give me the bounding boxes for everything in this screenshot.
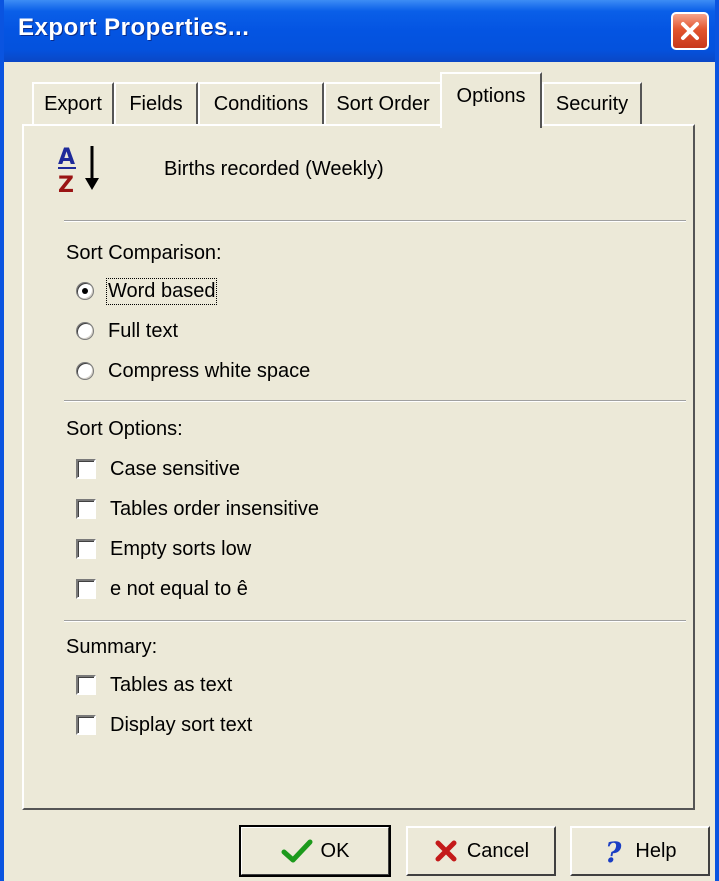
checkbox-tables-as-text[interactable]: Tables as text — [76, 670, 232, 700]
help-question-icon: ? — [605, 836, 622, 866]
sort-options-label: Sort Options: — [66, 418, 183, 440]
divider — [64, 220, 686, 222]
radio-word-based[interactable]: Word based — [76, 276, 218, 306]
tab-security[interactable]: Security — [542, 82, 642, 126]
export-properties-dialog: Export Properties... Export Fields Condi… — [0, 0, 719, 881]
checkbox[interactable] — [76, 499, 96, 519]
sort-az-icon: A Z — [58, 145, 99, 198]
tab-strip: Export Fields Conditions Sort Order Opti… — [4, 62, 715, 128]
checkbox[interactable] — [76, 715, 96, 735]
options-panel: A Z Births recorded (Weekly) Sort Compar… — [22, 124, 695, 810]
tab-sort-order[interactable]: Sort Order — [324, 82, 442, 126]
summary-label: Summary: — [66, 636, 158, 658]
cancel-button[interactable]: Cancel — [406, 826, 556, 876]
divider — [64, 400, 686, 402]
sort-comparison-label: Sort Comparison: — [66, 242, 222, 264]
help-button-label: Help — [635, 839, 677, 862]
tab-options[interactable]: Options — [440, 72, 542, 128]
checkbox-tables-order-insensitive[interactable]: Tables order insensitive — [76, 494, 319, 524]
checkbox-case-sensitive[interactable]: Case sensitive — [76, 454, 240, 484]
radio-button-selected[interactable] — [76, 282, 94, 300]
window-title: Export Properties... — [18, 14, 250, 41]
cancel-x-icon — [435, 840, 457, 862]
svg-text:?: ? — [605, 836, 622, 866]
close-button[interactable] — [671, 12, 709, 50]
radio-compress-white-space-label: Compress white space — [108, 359, 311, 382]
close-icon — [681, 22, 699, 40]
tab-export[interactable]: Export — [32, 82, 114, 126]
ok-button-label: OK — [320, 839, 350, 862]
radio-button[interactable] — [76, 322, 94, 340]
checkbox-e-not-equal-label: e not equal to ê — [110, 577, 248, 600]
checkbox-tables-as-text-label: Tables as text — [110, 673, 233, 696]
radio-compress-white-space[interactable]: Compress white space — [76, 356, 310, 386]
radio-word-based-label: Word based — [105, 277, 218, 305]
checkmark-icon — [281, 839, 313, 863]
checkbox-case-sensitive-label: Case sensitive — [110, 457, 241, 480]
ok-button[interactable]: OK — [239, 825, 391, 877]
checkbox-tables-order-insensitive-label: Tables order insensitive — [110, 497, 319, 520]
tab-conditions[interactable]: Conditions — [198, 82, 324, 126]
checkbox-display-sort-text[interactable]: Display sort text — [76, 710, 252, 740]
svg-text:A: A — [58, 145, 75, 170]
checkbox-e-not-equal[interactable]: e not equal to ê — [76, 574, 248, 604]
radio-full-text[interactable]: Full text — [76, 316, 178, 346]
tab-fields[interactable]: Fields — [114, 82, 198, 126]
checkbox-display-sort-text-label: Display sort text — [110, 713, 253, 736]
checkbox[interactable] — [76, 579, 96, 599]
checkbox[interactable] — [76, 459, 96, 479]
checkbox[interactable] — [76, 539, 96, 559]
report-name: Births recorded (Weekly) — [164, 158, 384, 180]
radio-full-text-label: Full text — [108, 319, 179, 342]
radio-button[interactable] — [76, 362, 94, 380]
checkbox-empty-sorts-low[interactable]: Empty sorts low — [76, 534, 251, 564]
svg-text:Z: Z — [58, 173, 74, 198]
title-bar[interactable]: Export Properties... — [4, 0, 715, 62]
divider — [64, 620, 686, 622]
cancel-button-label: Cancel — [466, 839, 530, 862]
help-button[interactable]: ? Help — [570, 826, 710, 876]
checkbox[interactable] — [76, 675, 96, 695]
checkbox-empty-sorts-low-label: Empty sorts low — [110, 537, 252, 560]
